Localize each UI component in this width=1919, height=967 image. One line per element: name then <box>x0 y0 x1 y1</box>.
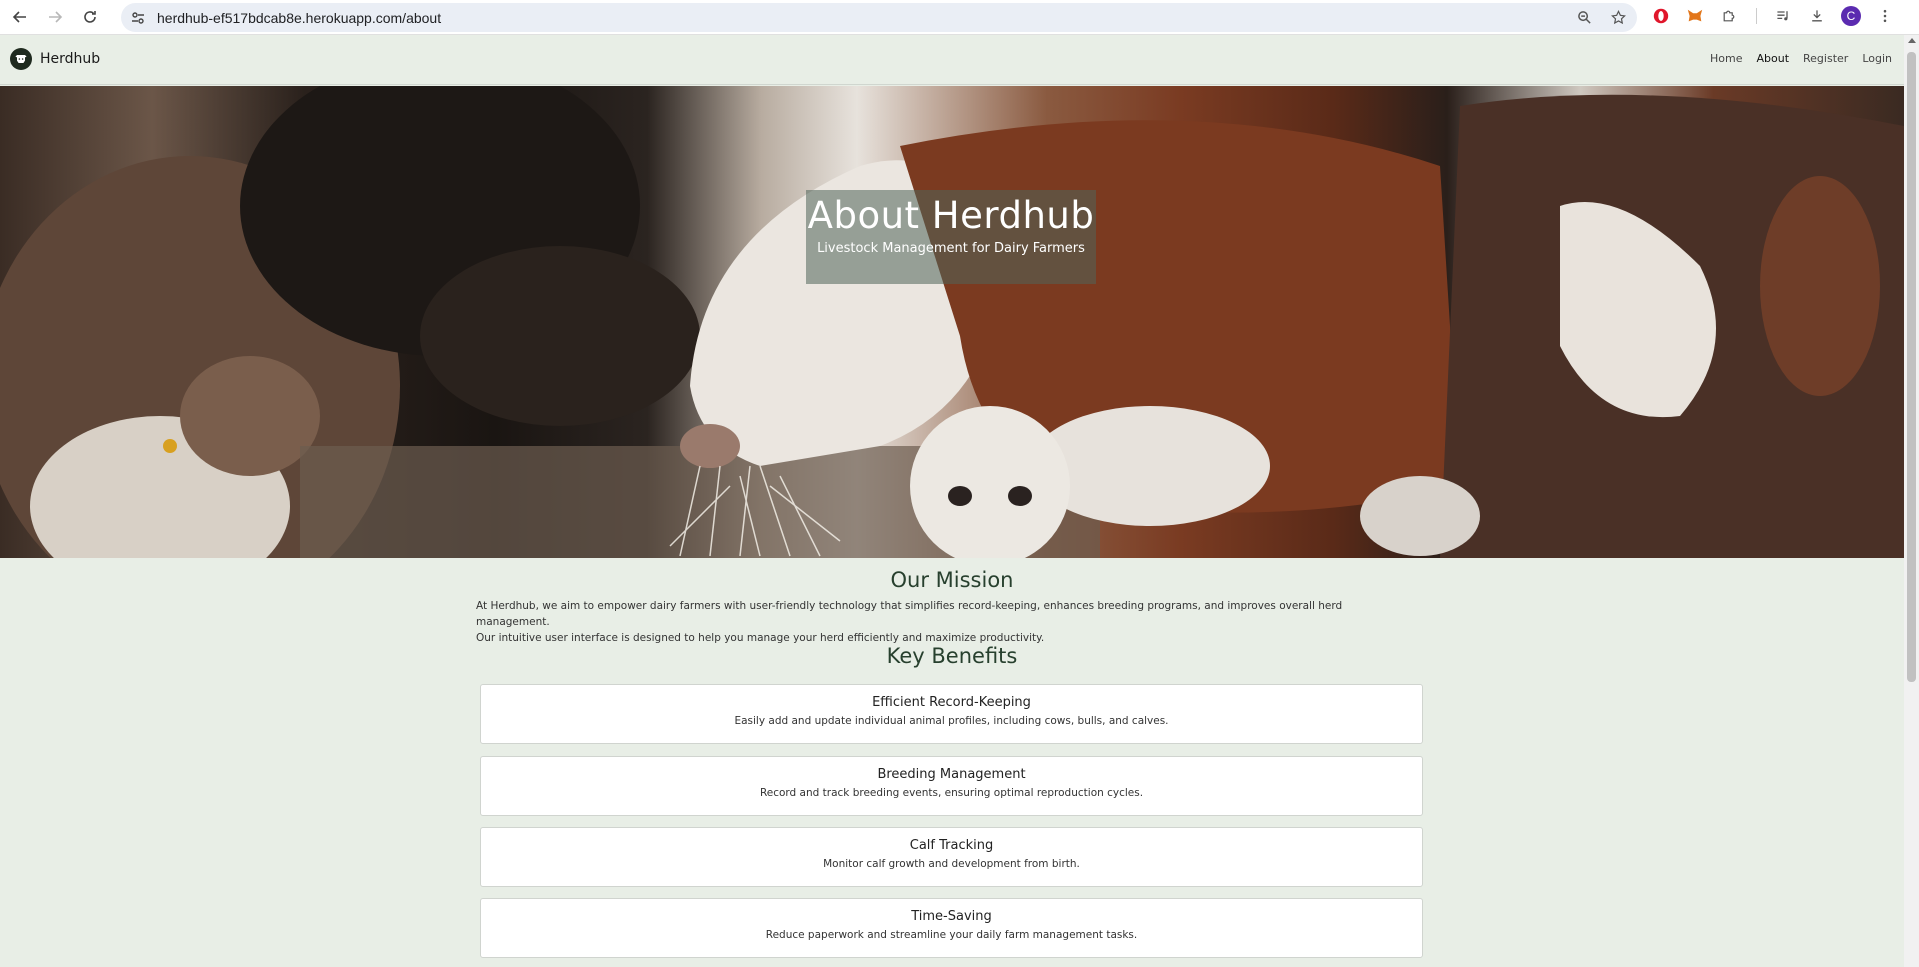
mission-line-1: At Herdhub, we aim to empower dairy farm… <box>476 600 1343 628</box>
benefit-card: Efficient Record-Keeping Easily add and … <box>480 684 1423 744</box>
cattle-photo <box>0 86 1904 558</box>
nav-link-register[interactable]: Register <box>1803 52 1848 65</box>
profile-avatar[interactable]: C <box>1840 5 1862 27</box>
mission-text: At Herdhub, we aim to empower dairy farm… <box>476 598 1416 646</box>
address-bar[interactable]: herdhub-ef517bdcab8e.herokuapp.com/about <box>121 3 1637 32</box>
benefit-title: Calf Tracking <box>909 838 994 853</box>
brand-link[interactable]: Herdhub <box>10 48 100 70</box>
benefit-title: Breeding Management <box>877 767 1026 782</box>
toolbar-divider <box>1752 5 1760 27</box>
hero-title: About Herdhub <box>807 194 1095 237</box>
hero-banner: About Herdhub Livestock Management for D… <box>0 86 1904 558</box>
back-button[interactable] <box>5 2 35 32</box>
media-playlist-icon[interactable] <box>1772 5 1794 27</box>
site-navbar: Herdhub Home About Register Login <box>0 35 1904 85</box>
benefit-card: Calf Tracking Monitor calf growth and de… <box>480 827 1423 887</box>
browser-toolbar: herdhub-ef517bdcab8e.herokuapp.com/about <box>0 0 1919 35</box>
site-info-icon[interactable] <box>130 10 146 26</box>
avatar: C <box>1841 6 1861 26</box>
benefit-description: Reduce paperwork and streamline your dai… <box>765 929 1138 941</box>
opera-extension-icon[interactable] <box>1650 5 1672 27</box>
nav-link-home[interactable]: Home <box>1710 52 1742 65</box>
scroll-up-arrow-icon[interactable] <box>1908 38 1916 43</box>
arrow-left-icon <box>12 11 26 23</box>
page-scrollbar[interactable] <box>1904 35 1919 967</box>
mission-heading: Our Mission <box>890 568 1014 592</box>
arrow-right-icon <box>49 11 63 23</box>
extensions-puzzle-icon[interactable] <box>1718 5 1740 27</box>
reload-icon <box>84 11 96 23</box>
benefits-heading: Key Benefits <box>886 644 1018 668</box>
benefit-title: Time-Saving <box>911 909 992 924</box>
hero-subtitle: Livestock Management for Dairy Farmers <box>817 241 1085 256</box>
reload-button[interactable] <box>75 2 105 32</box>
nav-link-login[interactable]: Login <box>1862 52 1892 65</box>
benefit-card: Breeding Management Record and track bre… <box>480 756 1423 816</box>
brand-name: Herdhub <box>40 51 101 67</box>
nav-link-about[interactable]: About <box>1756 52 1789 65</box>
browser-menu-icon[interactable] <box>1874 5 1896 27</box>
download-icon[interactable] <box>1806 5 1828 27</box>
bookmark-star-icon[interactable] <box>1609 8 1627 26</box>
scrollbar-thumb[interactable] <box>1907 52 1916 682</box>
benefit-card: Time-Saving Reduce paperwork and streaml… <box>480 898 1423 958</box>
zoom-icon[interactable] <box>1575 8 1593 26</box>
benefit-description: Record and track breeding events, ensuri… <box>759 787 1144 799</box>
url-text[interactable]: herdhub-ef517bdcab8e.herokuapp.com/about <box>157 10 441 26</box>
metamask-extension-icon[interactable] <box>1684 5 1706 27</box>
cow-logo-icon <box>10 48 32 70</box>
benefit-title: Efficient Record-Keeping <box>872 695 1031 710</box>
benefit-description: Monitor calf growth and development from… <box>823 858 1080 870</box>
hero-caption: About Herdhub Livestock Management for D… <box>806 190 1096 284</box>
forward-button[interactable] <box>40 2 70 32</box>
benefit-description: Easily add and update individual animal … <box>734 715 1169 727</box>
